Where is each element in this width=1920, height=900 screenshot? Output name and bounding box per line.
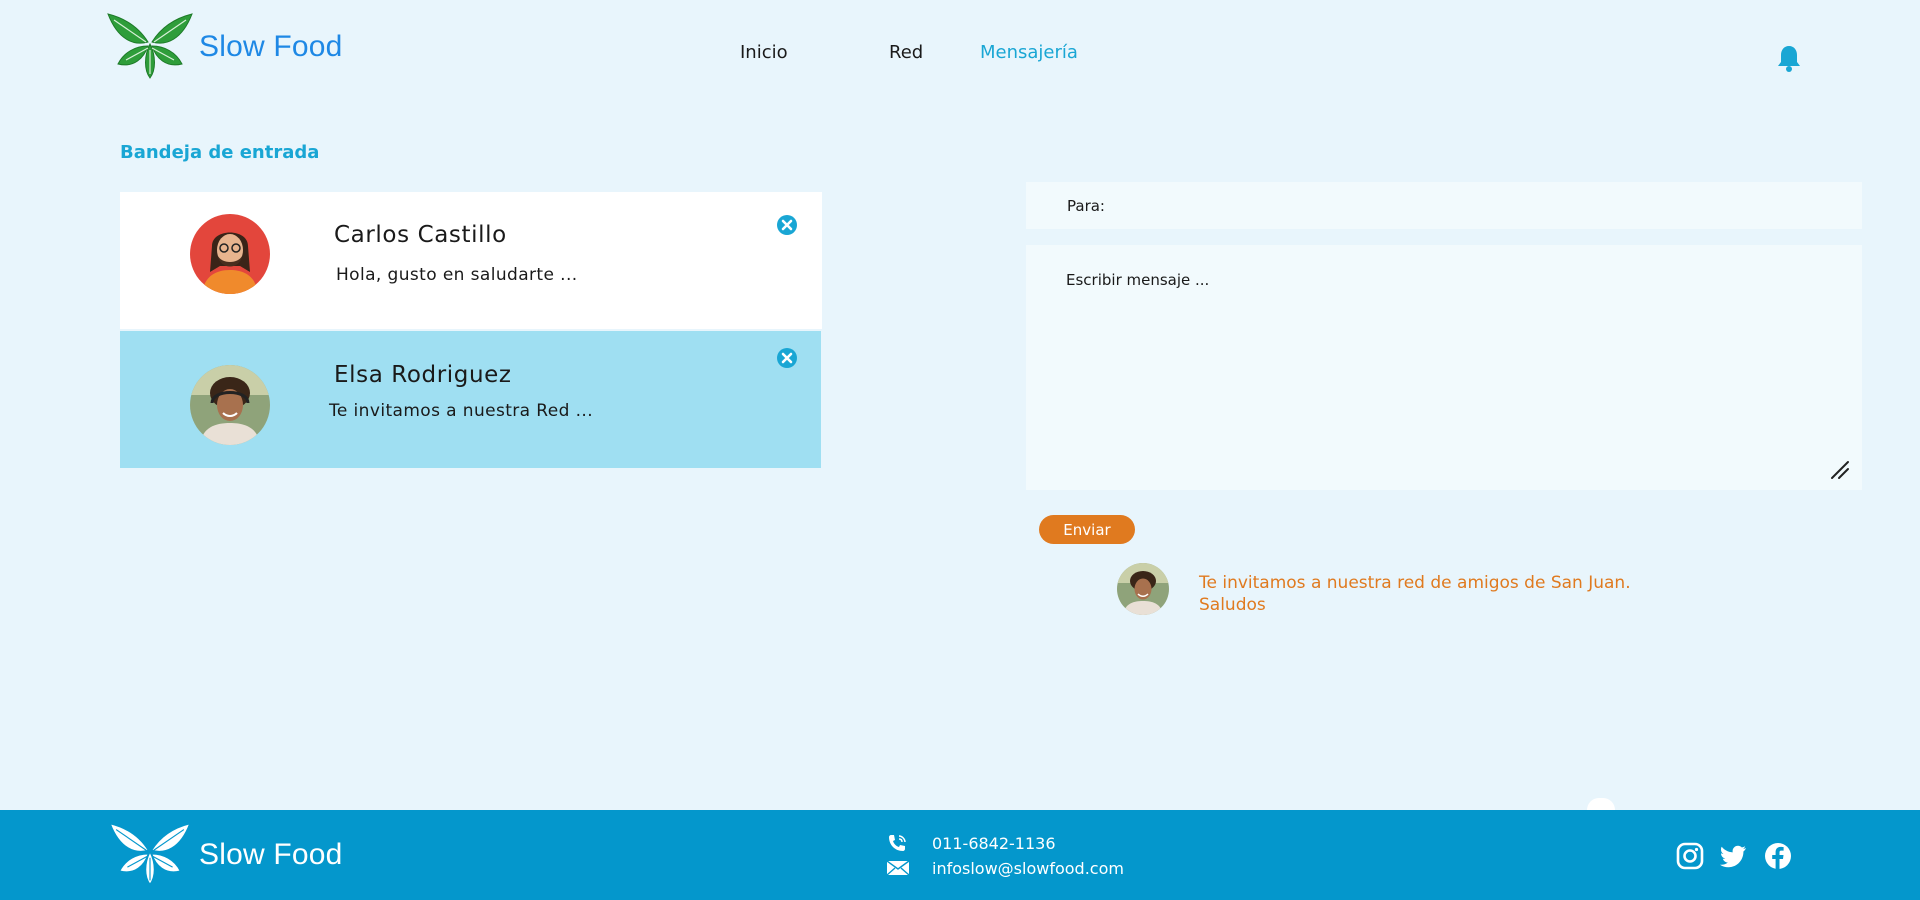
footer-email-text[interactable]: infoslow@slowfood.com bbox=[932, 859, 1124, 878]
message-preview: Hola, gusto en saludarte ... bbox=[336, 265, 578, 285]
scroll-to-top-button[interactable] bbox=[1587, 798, 1615, 810]
footer-email: infoslow@slowfood.com bbox=[886, 858, 1124, 878]
inbox-title: Bandeja de entrada bbox=[120, 142, 320, 163]
recipient-label: Para: bbox=[1067, 196, 1105, 215]
sent-message-line: Saludos bbox=[1199, 595, 1266, 615]
footer-brand-name: Slow Food bbox=[199, 838, 343, 871]
brand-name: Slow Food bbox=[199, 30, 343, 63]
twitter-icon[interactable] bbox=[1720, 842, 1748, 870]
avatar bbox=[190, 214, 270, 294]
avatar bbox=[1117, 563, 1169, 615]
inbox-message-card-selected[interactable]: Elsa Rodriguez Te invitamos a nuestra Re… bbox=[120, 331, 821, 468]
sent-message: Te invitamos a nuestra red de amigos de … bbox=[1199, 572, 1631, 616]
recipient-field: Para: bbox=[1026, 182, 1862, 229]
butterfly-leaf-logo-icon bbox=[109, 823, 191, 885]
close-icon[interactable] bbox=[776, 347, 798, 369]
message-sender: Elsa Rodriguez bbox=[334, 362, 512, 388]
footer-brand-logo[interactable]: Slow Food bbox=[104, 822, 343, 886]
footer-phone-text[interactable]: 011-6842-1136 bbox=[932, 834, 1056, 853]
nav-mensajeria[interactable]: Mensajería bbox=[980, 42, 1078, 63]
facebook-icon[interactable] bbox=[1764, 842, 1792, 870]
avatar bbox=[190, 365, 270, 445]
mail-icon bbox=[886, 860, 910, 876]
bell-icon[interactable] bbox=[1776, 44, 1802, 72]
message-preview: Te invitamos a nuestra Red ... bbox=[329, 401, 594, 421]
recipient-input[interactable] bbox=[1112, 182, 1862, 229]
instagram-icon[interactable] bbox=[1676, 842, 1704, 870]
message-sender: Carlos Castillo bbox=[334, 222, 507, 248]
nav-inicio[interactable]: Inicio bbox=[740, 42, 788, 63]
message-textarea[interactable] bbox=[1026, 245, 1862, 490]
site-header: Slow Food Inicio Red Mensajería bbox=[0, 0, 1920, 100]
close-icon[interactable] bbox=[776, 214, 798, 236]
sent-message-line: Te invitamos a nuestra red de amigos de … bbox=[1199, 573, 1631, 593]
resize-handle-icon[interactable] bbox=[1828, 458, 1850, 480]
phone-icon bbox=[889, 835, 906, 851]
site-footer: Slow Food 011-6842-1136 infoslow@slowfoo… bbox=[0, 810, 1920, 900]
send-button[interactable]: Enviar bbox=[1039, 515, 1135, 544]
footer-phone: 011-6842-1136 bbox=[886, 833, 1056, 853]
brand-logo[interactable]: Slow Food bbox=[104, 12, 343, 80]
nav-red[interactable]: Red bbox=[889, 42, 923, 63]
butterfly-leaf-logo-icon bbox=[107, 13, 193, 79]
inbox-message-card[interactable]: Carlos Castillo Hola, gusto en saludarte… bbox=[120, 192, 822, 329]
